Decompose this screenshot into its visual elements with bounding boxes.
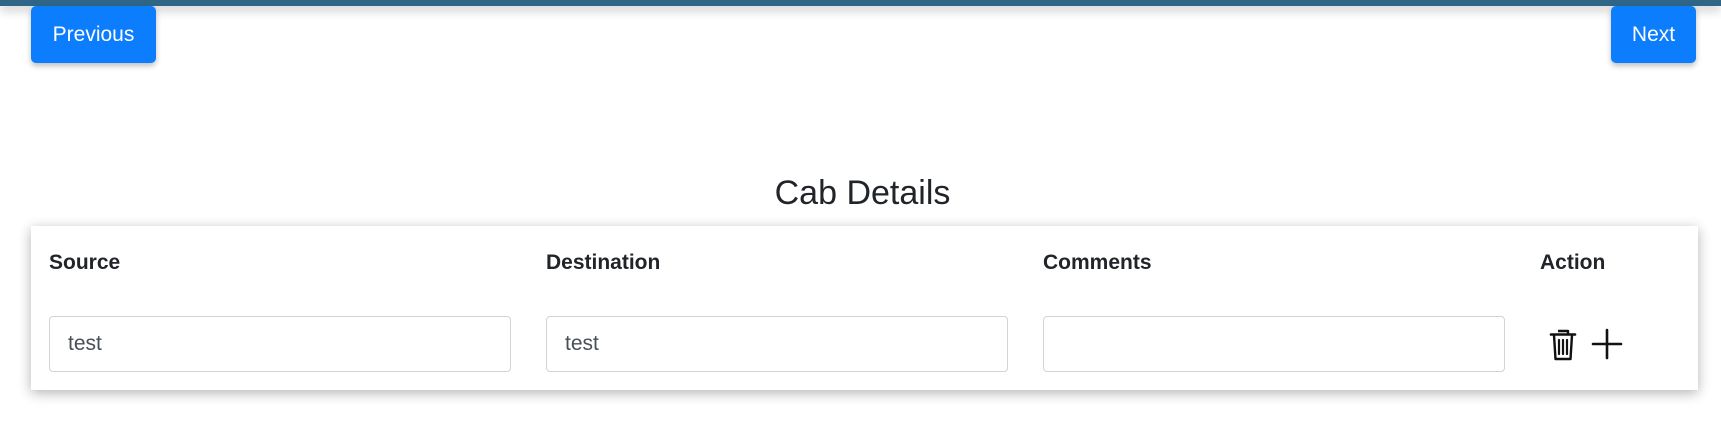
column-header-action: Action xyxy=(1540,251,1606,274)
column-header-comments: Comments xyxy=(1043,251,1152,274)
plus-icon-graphic xyxy=(1591,328,1623,360)
column-header-source: Source xyxy=(49,251,121,274)
destination-input[interactable] xyxy=(546,316,1008,372)
next-button[interactable]: Next xyxy=(1611,6,1696,63)
top-header-bar xyxy=(0,0,1721,6)
source-input[interactable] xyxy=(49,316,511,372)
comments-input[interactable] xyxy=(1043,316,1505,372)
cab-details-card: Source Destination Comments Action xyxy=(31,226,1698,390)
previous-button[interactable]: Previous xyxy=(31,6,156,63)
trash-icon[interactable] xyxy=(1543,324,1583,364)
column-header-destination: Destination xyxy=(546,251,661,274)
trash-icon-graphic xyxy=(1549,329,1577,361)
section-title: Cab Details xyxy=(774,174,951,212)
plus-icon[interactable] xyxy=(1587,324,1627,364)
